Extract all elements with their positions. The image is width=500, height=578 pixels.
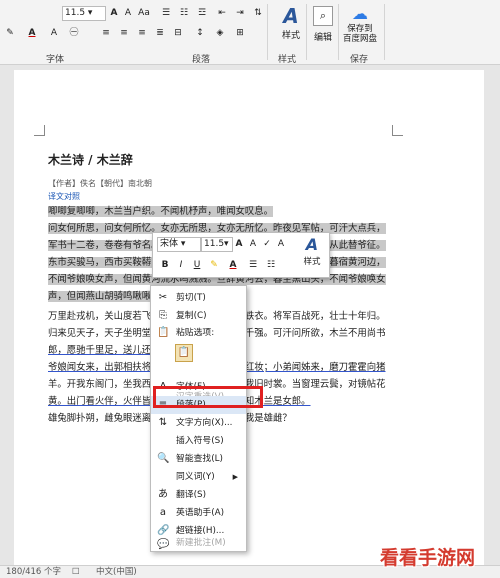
mini-numbering-icon[interactable]: ☷ [265, 258, 277, 272]
menu-item-copy[interactable]: ⎘ 复制(C) [151, 307, 246, 325]
mini-shrink-font-icon[interactable]: A [247, 237, 259, 251]
paragraph-highlight-box [153, 386, 263, 408]
font-size-value: 11.5 [65, 8, 86, 18]
distributed-icon[interactable]: ⊟ [172, 26, 184, 40]
watermark-text: 看看手游网 [380, 547, 476, 569]
font-color-icon[interactable]: A [26, 26, 38, 40]
shrink-font-icon[interactable]: A [122, 6, 134, 20]
mini-underline-icon[interactable]: U [191, 258, 203, 272]
align-center-icon[interactable]: ≡ [118, 26, 130, 40]
increase-indent-icon[interactable]: ⇥ [234, 6, 246, 20]
styles-label: 样式 [281, 31, 300, 41]
menu-item-paste-options: 📋 粘贴选项: [157, 327, 215, 338]
justify-icon[interactable]: ≣ [154, 26, 166, 40]
translate-link[interactable]: 译文对照 [48, 190, 80, 204]
edit-label: 编辑 [313, 33, 332, 43]
numbering-icon[interactable]: ☷ [178, 6, 190, 20]
menu-item-translate[interactable]: あ翻译(S) [151, 486, 246, 504]
styles-icon: A [283, 4, 299, 28]
author-meta: 【作者】佚名【朝代】南北朝 [48, 179, 152, 188]
styles-button[interactable]: A 样式 [278, 4, 304, 50]
mini-format-painter-icon[interactable]: ✓ [261, 237, 273, 251]
margin-corner-mark [392, 125, 403, 136]
change-case-icon[interactable]: Aa [138, 6, 150, 20]
paragraph-group-label: 段落 [192, 55, 211, 65]
mini-toolbar: 宋体 ▾ 11.5▾ A A ✓ A A 样式 B I U ✎ A ☰ ☷ [152, 232, 330, 278]
ribbon-separator [306, 4, 307, 60]
mini-bold-icon[interactable]: B [159, 258, 171, 272]
mini-styles-icon: A [305, 235, 319, 254]
save-label-line1: 保存到 [347, 24, 373, 34]
ribbon-separator [338, 4, 339, 60]
align-left-icon[interactable]: ≡ [100, 26, 112, 40]
mini-styles-label: 样式 [303, 257, 321, 267]
search-icon: ⌕ [313, 6, 333, 26]
baidu-netdisk-icon: ☁ [352, 4, 368, 23]
word-count[interactable]: 180/416 个字 [6, 566, 61, 578]
mini-clear-format-icon[interactable]: A [275, 237, 287, 251]
decrease-indent-icon[interactable]: ⇤ [216, 6, 228, 20]
line-spacing-icon[interactable]: ↕ [194, 26, 206, 40]
english-assistant-icon: a [159, 507, 167, 518]
ribbon-separator [267, 4, 268, 60]
menu-item-text-direction[interactable]: ⇅ 文字方向(X)... [151, 414, 246, 432]
borders-icon[interactable]: ⊞ [234, 26, 246, 40]
enclose-char-icon[interactable]: ㊀ [68, 26, 80, 40]
paste-keep-format-icon[interactable]: 📋 [175, 344, 193, 362]
menu-item-smart-lookup[interactable]: 🔍 智能查找(L) [151, 450, 246, 468]
mini-italic-icon[interactable]: I [175, 258, 187, 272]
mini-styles-button[interactable]: A 样式 [299, 235, 325, 275]
bullets-icon[interactable]: ☰ [160, 6, 172, 20]
submenu-arrow-icon: ▶ [232, 473, 238, 481]
align-right-icon[interactable]: ≡ [136, 26, 148, 40]
mini-highlight-icon[interactable]: ✎ [207, 258, 221, 272]
highlight-icon[interactable]: ✎ [4, 26, 16, 40]
scissors-icon: ✂ [158, 292, 168, 303]
paragraph-line: 声，但闻燕山胡骑鸣啾啾。 [48, 291, 161, 302]
menu-item-cut[interactable]: ✂ 剪切(T) [151, 289, 246, 307]
context-menu: ✂剪切(T) ⎘复制(C) 📋粘贴选项: 📋 汉字重选(V) A字体(F)...… [150, 285, 247, 552]
mini-grow-font-icon[interactable]: A [233, 237, 245, 251]
shading-icon[interactable]: ◈ [214, 26, 226, 40]
copy-icon: ⎘ [159, 310, 167, 321]
mini-font-name-box[interactable]: 宋体 ▾ [157, 237, 201, 252]
styles-group-label: 样式 [278, 55, 297, 65]
mini-font-name: 宋体 [160, 239, 179, 249]
menu-item-new-comment: 💬 新建批注(M) [157, 538, 226, 550]
text-direction-icon: ⇅ [158, 417, 168, 428]
language-indicator[interactable]: 中文(中国) [96, 566, 137, 578]
mini-font-color-icon[interactable]: A [227, 258, 239, 272]
margin-corner-mark [34, 125, 45, 136]
edit-button[interactable]: ⌕ 编辑 [310, 4, 336, 50]
save-to-baidu-button[interactable]: ☁ 保存到 百度网盘 [340, 4, 380, 50]
char-shading-icon[interactable]: A [48, 26, 60, 40]
sort-icon[interactable]: ⇅ [252, 6, 264, 20]
mini-font-size: 11.5 [204, 239, 225, 249]
mini-font-size-box[interactable]: 11.5▾ [201, 237, 233, 252]
document-title: 木兰诗 / 木兰辞 [48, 153, 133, 167]
new-comment-icon: 💬 [157, 539, 170, 550]
translate-icon: あ [158, 489, 168, 500]
watermark-logo: 看看手游网 [380, 541, 498, 571]
mini-bullets-icon[interactable]: ☰ [247, 258, 259, 272]
menu-item-insert-symbol[interactable]: 插入符号(S) [151, 432, 246, 450]
multilevel-list-icon[interactable]: ☲ [196, 6, 208, 20]
ribbon: 11.5 ▾ A A Aa ☰ ☷ ☲ ⇤ ⇥ ⇅ ✎ A A ㊀ ≡ ≡ ≡ … [0, 0, 500, 65]
ribbon-separator [384, 4, 385, 60]
menu-item-english-assistant[interactable]: a 英语助手(A) [151, 504, 246, 522]
menu-item-synonyms[interactable]: 同义词(Y) ▶ [151, 468, 246, 486]
paragraph-line: 唧唧复唧唧，木兰当户织。不闻机杼声，唯闻女叹息。 [48, 206, 274, 217]
save-group-label: 保存 [350, 55, 369, 65]
paste-icon: 📋 [157, 327, 170, 338]
proofing-icon[interactable]: ☐ [72, 566, 80, 578]
font-group-label: 字体 [46, 55, 65, 65]
smart-lookup-icon: 🔍 [157, 453, 170, 464]
font-size-box[interactable]: 11.5 ▾ [62, 6, 106, 21]
save-label-line2: 百度网盘 [342, 34, 377, 44]
grow-font-icon[interactable]: A [108, 6, 120, 20]
